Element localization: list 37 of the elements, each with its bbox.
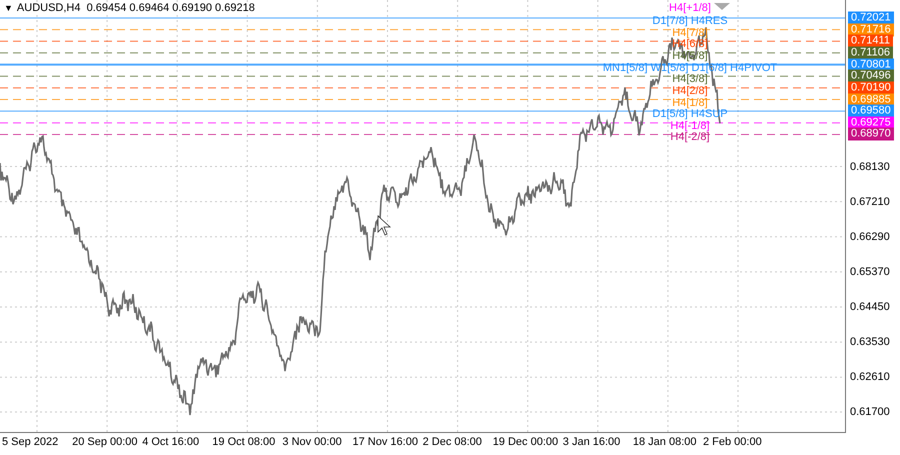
price-tick: 0.67210	[850, 196, 890, 208]
price-tick: 0.68130	[850, 160, 890, 173]
price-tick: 0.65370	[850, 266, 890, 278]
level-label: H4[-2/8]	[670, 131, 710, 144]
time-tick: 5 Sep 2022	[2, 436, 58, 448]
time-tick: 3 Jan 16:00	[562, 436, 620, 448]
price-badge: 0.70190	[848, 81, 894, 94]
level-label: H4[1/8]	[672, 96, 708, 109]
price-badge: 0.71411	[848, 34, 893, 48]
time-tick: 19 Dec 00:00	[492, 436, 558, 448]
level-label: H4[3/8]	[672, 73, 708, 86]
level-label: D1[7/8] H4RES	[652, 15, 728, 28]
time-tick: 17 Nov 16:00	[352, 436, 418, 448]
price-tick: 0.62610	[850, 371, 890, 384]
level-label: H4[2/8]	[672, 84, 708, 98]
cursor-arrow-icon	[378, 215, 392, 236]
level-label: H4[+1/8]	[669, 2, 711, 15]
scroll-marker-icon[interactable]	[714, 3, 730, 10]
time-tick: 19 Oct 08:00	[212, 436, 276, 448]
price-badge: 0.70496	[848, 70, 894, 83]
time-tick: 2 Feb 00:00	[703, 436, 762, 448]
price-badge: 0.69580	[848, 104, 894, 118]
price-tick: 0.61700	[850, 406, 890, 418]
time-tick: 2 Dec 08:00	[422, 436, 482, 448]
price-badge: 0.71106	[848, 46, 893, 60]
time-tick: 20 Sep 00:00	[72, 436, 138, 448]
price-tick: 0.63530	[850, 336, 890, 348]
symbol-quote: AUDUSD,H4 0.69454 0.69464 0.69190 0.69218	[16, 2, 255, 14]
time-tick: 18 Jan 08:00	[632, 436, 697, 448]
time-tick: 3 Nov 00:00	[282, 436, 342, 448]
price-badge: 0.68970	[848, 128, 894, 141]
price-tick: 0.64450	[850, 300, 890, 313]
time-tick: 4 Oct 16:00	[142, 436, 200, 448]
price-tick: 0.66290	[850, 230, 890, 243]
price-badge: 0.72021	[848, 12, 894, 24]
level-label: H4[-1/8]	[670, 120, 710, 132]
collapse-toggle[interactable]: ▼	[4, 3, 13, 13]
